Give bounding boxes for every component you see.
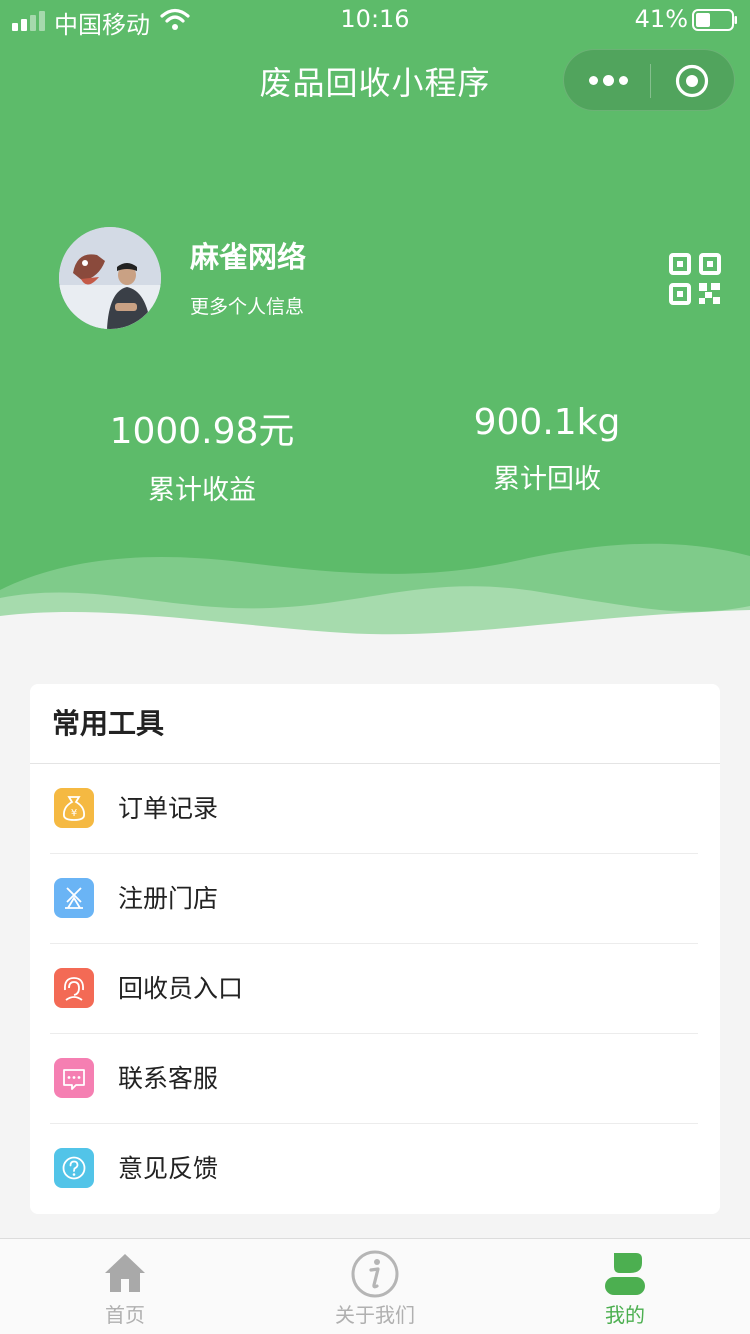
profile-header: 中国移动 10:16 41% 废品回收小程序 麻雀网络 更多个人信息 1000.… [0,0,750,640]
headset-icon [54,968,94,1008]
menu-item-label: 回收员入口 [118,974,244,1003]
total-income-stat: 1000.98元 累计收益 [52,402,352,507]
total-recycle-value: 900.1kg [473,402,621,443]
status-bar: 中国移动 10:16 41% [0,0,750,40]
battery-percent: 41% [634,5,688,33]
menu-item-feedback[interactable]: 意见反馈 [50,1124,698,1214]
tab-mine[interactable]: 我的 [500,1239,750,1334]
info-icon [351,1250,399,1298]
menu-item-register-store[interactable]: 注册门店 [50,854,698,944]
total-recycle-label: 累计回收 [493,464,601,495]
qr-code-icon[interactable] [668,252,722,306]
user-name: 麻雀网络 [190,240,307,274]
total-recycle-stat: 900.1kg 累计回收 [397,402,697,496]
more-options-button[interactable] [564,50,650,110]
menu-item-contact-support[interactable]: 联系客服 [50,1034,698,1124]
svg-text:¥: ¥ [71,808,77,819]
home-icon [105,1254,145,1292]
dot-icon [603,75,614,86]
common-tools-card: 常用工具 ¥ 订单记录 注册门店 回收员入口 联系客服 意见反馈 [30,684,720,1214]
tab-home[interactable]: 首页 [0,1239,250,1334]
capsule-divider [650,64,651,98]
battery-icon [692,9,737,31]
chat-icon [54,1058,94,1098]
avatar[interactable] [59,227,161,329]
tab-label: 我的 [605,1303,645,1327]
tab-label: 首页 [105,1303,145,1327]
tab-about-us[interactable]: 关于我们 [250,1239,500,1334]
menu-item-label: 订单记录 [118,794,219,823]
dot-icon [619,76,628,85]
menu-item-label: 注册门店 [118,884,219,913]
more-info-link[interactable]: 更多个人信息 [190,292,304,319]
total-income-value: 1000.98元 [109,411,295,452]
total-income-label: 累计收益 [148,475,256,506]
menu-item-collector-entry[interactable]: 回收员入口 [50,944,698,1034]
miniprogram-capsule [563,49,735,111]
menu-item-label: 联系客服 [118,1064,219,1093]
menu-item-label: 意见反馈 [118,1154,219,1183]
tab-label: 关于我们 [335,1303,415,1327]
dot-icon [589,76,598,85]
question-icon [54,1148,94,1188]
money-bag-icon: ¥ [54,788,94,828]
close-miniprogram-icon[interactable] [674,63,710,99]
store-icon [54,878,94,918]
wave-decoration [0,543,750,640]
menu-item-order-records[interactable]: ¥ 订单记录 [50,764,698,854]
avatar-image [59,227,161,329]
card-title: 常用工具 [30,684,720,764]
user-icon [605,1253,645,1295]
tab-bar: 首页 关于我们 我的 [0,1238,750,1334]
